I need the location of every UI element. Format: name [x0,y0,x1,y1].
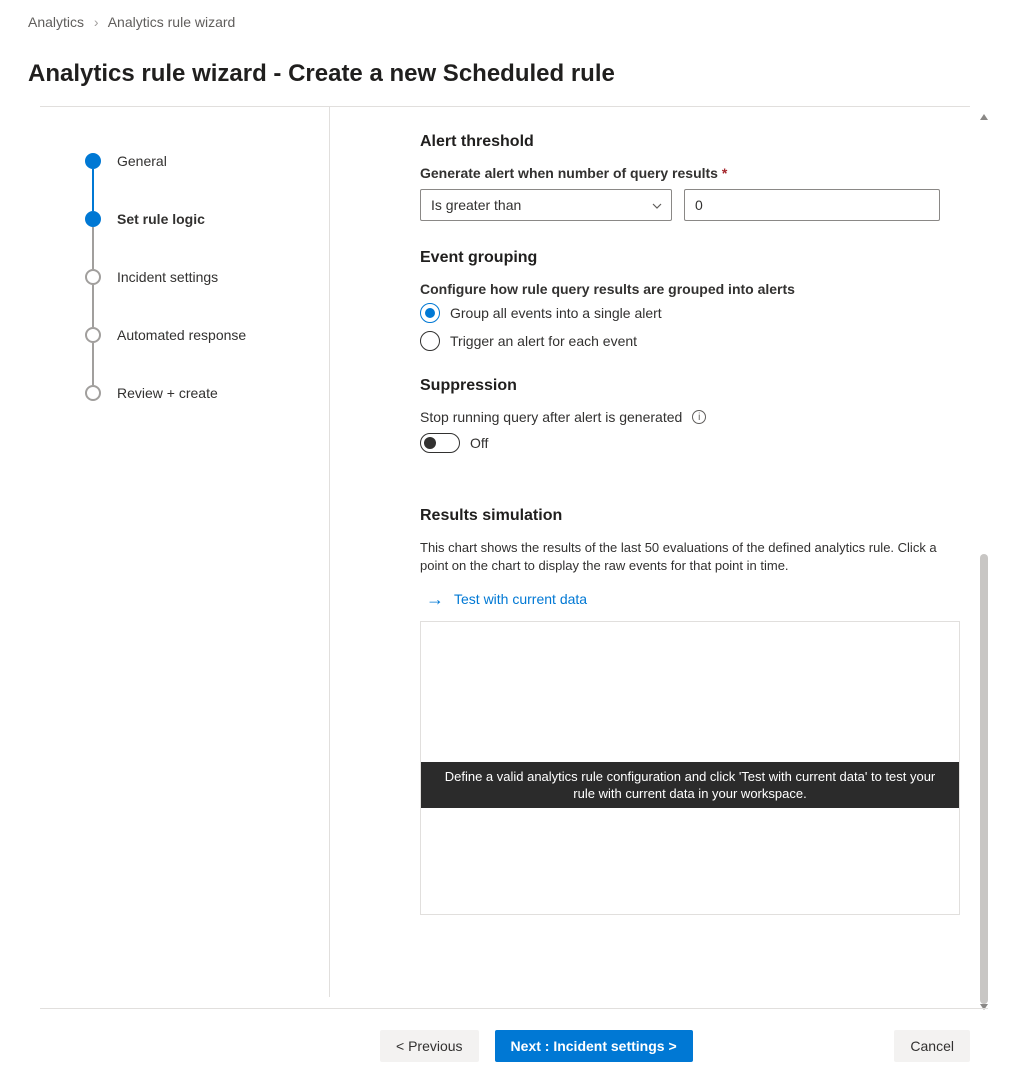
breadcrumb-current: Analytics rule wizard [108,14,236,30]
step-review-create[interactable]: Review + create [40,385,329,401]
step-general[interactable]: General [40,153,329,169]
step-connector [92,343,94,385]
step-dot-icon [85,211,101,227]
radio-icon [420,303,440,323]
suppression-heading: Suppression [420,377,960,395]
input-value: 0 [695,197,703,213]
link-label: Test with current data [454,591,587,607]
simulation-overlay-message: Define a valid analytics rule configurat… [421,762,959,808]
info-icon[interactable]: i [692,410,706,424]
breadcrumb: Analytics › Analytics rule wizard [0,0,1010,36]
suppression-label: Stop running query after alert is genera… [420,409,682,425]
scroll-down-icon[interactable] [980,1004,988,1010]
radio-icon [420,331,440,351]
radio-label: Group all events into a single alert [450,305,662,321]
alert-threshold-label: Generate alert when number of query resu… [420,165,960,181]
toggle-state-label: Off [470,435,488,451]
next-button[interactable]: Next : Incident settings > [495,1030,693,1062]
breadcrumb-root[interactable]: Analytics [28,14,84,30]
step-dot-icon [85,153,101,169]
step-connector [92,285,94,327]
step-dot-icon [85,269,101,285]
previous-button[interactable]: < Previous [380,1030,479,1062]
results-simulation-heading: Results simulation [420,507,960,525]
scroll-up-icon[interactable] [980,114,988,120]
required-indicator: * [722,165,727,181]
step-dot-icon [85,385,101,401]
simulation-chart-placeholder: Define a valid analytics rule configurat… [420,621,960,915]
page-title: Analytics rule wizard - Create a new Sch… [0,36,1010,106]
radio-label: Trigger an alert for each event [450,333,637,349]
step-label: Incident settings [117,269,218,285]
chevron-down-icon [651,200,661,210]
select-value: Is greater than [431,197,521,213]
step-connector [92,169,94,211]
results-simulation-desc: This chart shows the results of the last… [420,539,960,575]
toggle-knob-icon [424,437,436,449]
event-grouping-label: Configure how rule query results are gro… [420,281,960,297]
step-dot-icon [85,327,101,343]
scroll-thumb[interactable] [980,554,988,1004]
step-connector [92,227,94,269]
suppression-toggle[interactable] [420,433,460,453]
footer: < Previous Next : Incident settings > Ca… [0,1030,1010,1062]
step-label: Review + create [117,385,218,401]
threshold-operator-select[interactable]: Is greater than [420,189,672,221]
step-automated-response[interactable]: Automated response [40,327,329,343]
step-incident-settings[interactable]: Incident settings [40,269,329,285]
chevron-right-icon: › [94,14,99,30]
stepper: General Set rule logic Incident settings… [40,107,330,997]
radio-group-single-alert[interactable]: Group all events into a single alert [420,303,960,323]
divider [40,1008,988,1009]
step-set-rule-logic[interactable]: Set rule logic [40,211,329,227]
step-label: Set rule logic [117,211,205,227]
event-grouping-heading: Event grouping [420,249,960,267]
test-with-current-data-link[interactable]: → Test with current data [420,587,587,621]
radio-trigger-each-event[interactable]: Trigger an alert for each event [420,331,960,351]
step-label: Automated response [117,327,246,343]
content-panel: Alert threshold Generate alert when numb… [330,107,1010,997]
cancel-button[interactable]: Cancel [894,1030,970,1062]
step-label: General [117,153,167,169]
alert-threshold-heading: Alert threshold [420,133,960,151]
arrow-right-icon: → [426,592,444,606]
scrollbar[interactable] [980,114,988,1004]
threshold-value-input[interactable]: 0 [684,189,940,221]
